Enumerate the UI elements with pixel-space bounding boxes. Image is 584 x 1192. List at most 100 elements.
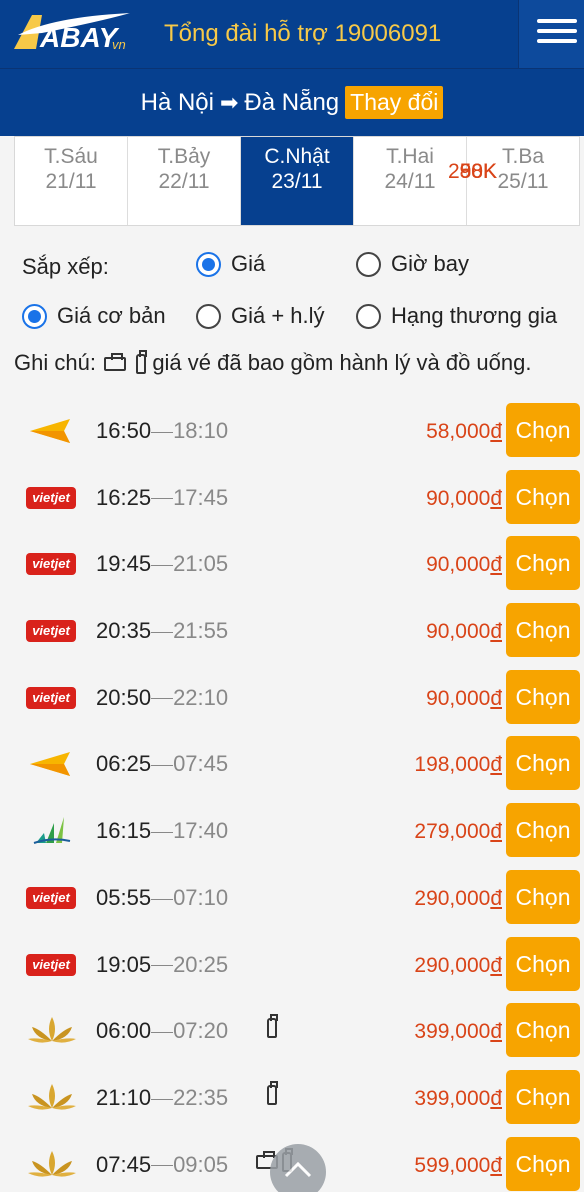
abay-logo[interactable]: ABAY vn [12, 9, 140, 53]
price-amount: 90,000 [426, 620, 491, 644]
date-day: 21/11 [45, 170, 97, 193]
currency-symbol: đ [490, 1086, 502, 1110]
date-tab[interactable]: T.Sáu 21/11 288K [15, 137, 497, 225]
time-separator [151, 698, 174, 700]
time-separator [151, 1098, 174, 1100]
flight-times: 20:50 22:10 [96, 685, 228, 711]
choose-flight-button[interactable]: Chọn [506, 1069, 580, 1124]
price-amount: 290,000 [414, 953, 491, 977]
hamburger-icon-line [537, 29, 577, 33]
flight-row: vietjet 20:35 21:55 90,000đ Chọn [0, 598, 584, 665]
jetstar-logo-icon [26, 415, 78, 447]
radio-icon[interactable] [356, 303, 381, 329]
change-route-button[interactable]: Thay đổi [345, 86, 444, 119]
menu-button[interactable] [518, 0, 584, 68]
sort-time-radio[interactable]: Giờ bay [356, 250, 469, 277]
date-selector: T.Sáu 21/11 288K T.Bảy 22/11 90K C.Nhật … [14, 136, 580, 226]
flight-price: 290,000đ [414, 887, 502, 911]
depart-time: 19:45 [96, 551, 152, 577]
date-tab-active[interactable]: C.Nhật 23/11 58K [241, 137, 497, 225]
sort-price-radio[interactable]: Giá [196, 250, 265, 277]
choose-flight-button[interactable]: Chọn [506, 603, 580, 658]
vietnam-airlines-lotus-icon [26, 1082, 78, 1114]
choose-flight-button[interactable]: Chọn [506, 669, 580, 724]
amenities [254, 1014, 288, 1042]
flight-times: 19:45 21:05 [96, 551, 228, 577]
currency-symbol: đ [490, 820, 502, 844]
vietjet-logo-icon: vietjet [26, 949, 78, 981]
flight-times: 16:50 18:10 [96, 418, 228, 444]
bamboo-airways-logo-icon [26, 815, 78, 847]
date-tab[interactable]: T.Ba 25/11 58K [460, 137, 579, 225]
date-lowest-price: 58K [459, 160, 497, 183]
depart-time: 16:25 [96, 484, 152, 510]
choose-flight-button[interactable]: Chọn [506, 936, 580, 991]
arrive-time: 21:55 [173, 618, 229, 644]
flight-price: 290,000đ [414, 954, 502, 978]
depart-time: 06:00 [96, 1018, 152, 1044]
vietjet-logo-icon: vietjet [26, 615, 78, 647]
fare-luggage-radio[interactable]: Giá + h.lý [196, 302, 325, 329]
top-bar: ABAY vn Tổng đài hỗ trợ 19006091 [0, 0, 584, 68]
price-amount: 599,000 [414, 1153, 491, 1177]
vietjet-logo-icon: vietjet [26, 482, 78, 514]
depart-time: 16:15 [96, 818, 152, 844]
scroll-to-top-button[interactable] [270, 1144, 326, 1192]
currency-symbol: đ [490, 953, 502, 977]
arrive-time: 17:45 [173, 484, 229, 510]
flight-times: 06:00 07:20 [96, 1018, 228, 1044]
fare-basic-label: Giá cơ bản [57, 303, 166, 329]
flight-price: 90,000đ [426, 687, 502, 711]
currency-symbol: đ [490, 553, 502, 577]
arrive-time: 17:40 [173, 818, 229, 844]
currency-symbol: đ [490, 886, 502, 910]
price-amount: 90,000 [426, 686, 491, 710]
flight-times: 05:55 07:10 [96, 885, 228, 911]
time-separator [151, 765, 174, 767]
flight-list: 16:50 18:10 58,000đ Chọn vietjet 16:25 17:45 90… [0, 398, 584, 1192]
choose-flight-button[interactable]: Chọn [506, 736, 580, 791]
flight-price: 279,000đ [414, 820, 502, 844]
arrive-time: 22:10 [173, 684, 229, 710]
date-tab[interactable]: T.Bảy 22/11 90K [128, 137, 497, 225]
arrive-time: 07:20 [173, 1018, 229, 1044]
radio-selected-icon[interactable] [22, 303, 47, 329]
flight-price: 599,000đ [414, 1154, 502, 1178]
fare-business-radio[interactable]: Hạng thương gia [356, 302, 557, 329]
hotline-text[interactable]: Tổng đài hỗ trợ 19006091 [164, 20, 441, 48]
arrive-time: 07:45 [173, 751, 229, 777]
vietjet-badge: vietjet [26, 953, 76, 976]
time-separator [151, 498, 174, 500]
depart-time: 07:45 [96, 1151, 152, 1177]
radio-icon[interactable] [356, 251, 381, 277]
choose-flight-button[interactable]: Chọn [506, 536, 580, 591]
route-origin: Hà Nội [140, 88, 214, 116]
flight-times: 07:45 09:05 [96, 1152, 228, 1178]
time-separator [151, 1165, 174, 1167]
currency-symbol: đ [490, 1153, 502, 1177]
choose-flight-button[interactable]: Chọn [506, 869, 580, 924]
choose-flight-button[interactable]: Chọn [506, 803, 580, 858]
date-day: 22/11 [158, 170, 210, 193]
choose-flight-button[interactable]: Chọn [506, 403, 580, 457]
time-separator [151, 898, 174, 900]
depart-time: 20:35 [96, 618, 152, 644]
radio-icon[interactable] [196, 303, 221, 329]
choose-flight-button[interactable]: Chọn [506, 1136, 580, 1191]
note-text: giá vé đã bao gồm hành lý và đồ uống. [152, 350, 532, 375]
logo-suffix: vn [112, 37, 126, 52]
time-separator [151, 631, 174, 633]
fare-basic-radio[interactable]: Giá cơ bản [22, 302, 166, 329]
flight-row: 16:15 17:40 279,000đ Chọn [0, 798, 584, 865]
currency-symbol: đ [490, 686, 502, 710]
flight-row: 06:00 07:20 399,000đ Chọn [0, 998, 584, 1065]
choose-flight-button[interactable]: Chọn [506, 469, 580, 524]
vietjet-badge: vietjet [26, 486, 76, 509]
sort-price-label: Giá [231, 251, 266, 277]
amenities [254, 1080, 288, 1109]
flight-price: 90,000đ [426, 553, 502, 577]
radio-selected-icon[interactable] [196, 251, 221, 277]
arrive-time: 18:10 [173, 418, 229, 443]
choose-flight-button[interactable]: Chọn [506, 1003, 580, 1058]
depart-time: 05:55 [96, 884, 152, 910]
